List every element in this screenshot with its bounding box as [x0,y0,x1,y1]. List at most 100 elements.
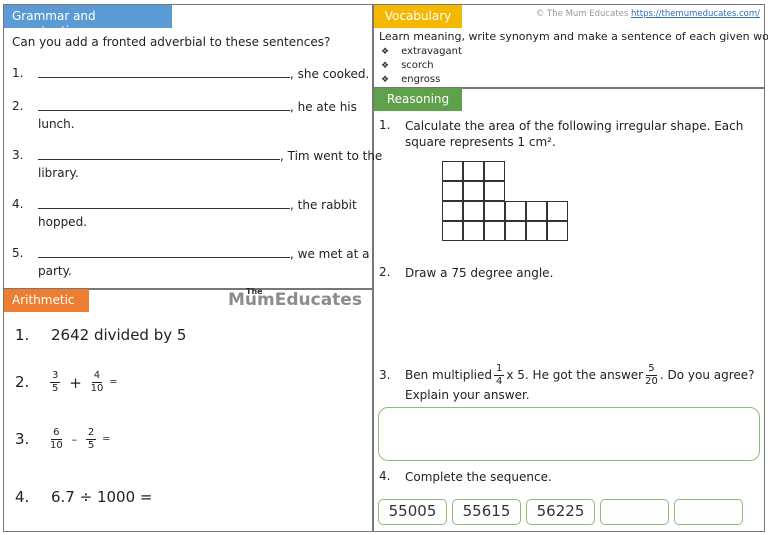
question-text-line2: square represents 1 cm². [405,135,556,149]
denominator: 5 [87,440,95,451]
question-number: 4. [379,469,391,483]
vocab-word-text: extravagant [401,46,462,57]
fraction: 5 20 [645,363,658,388]
grid-square [526,221,547,241]
sentence-ending: , he ate his [290,100,357,114]
sentence-continuation: lunch. [38,117,75,131]
question-text: Draw a 75 degree angle. [405,266,554,280]
vocab-word-1: ❖ extravagant [381,45,462,59]
numerator: 3 [50,370,61,383]
item-number: 2. [12,99,24,113]
q3-text-part1: Ben multiplied [405,368,492,382]
fraction: 6 10 [50,427,63,452]
vocab-word-text: engross [401,74,441,85]
grid-square [463,161,484,181]
question-number: 3. [379,368,391,382]
fraction: 4 10 [91,370,104,395]
question-number: 2. [379,265,391,279]
equals-sign: = [109,376,118,388]
question-number: 1. [15,326,30,344]
denominator: 10 [50,440,63,451]
answer-blank[interactable] [38,246,290,258]
sentence-continuation: hopped. [38,215,87,229]
grid-square [547,201,568,221]
website-link[interactable]: https://themumeducates.com/ [631,9,760,19]
q3-text-part3: . Do you agree? [659,368,755,382]
vocabulary-instruction: Learn meaning, write synonym and make a … [379,30,768,43]
equals-sign: = [102,433,111,445]
answer-blank[interactable] [38,197,290,209]
answer-blank[interactable] [38,99,290,111]
diamond-bullet-icon: ❖ [381,47,390,57]
sentence-continuation: party. [38,264,72,278]
question-number: 1. [379,118,391,132]
grid-square [463,201,484,221]
item-number: 3. [12,148,24,162]
answer-blank[interactable] [38,148,280,160]
sentence-continuation: library. [38,166,79,180]
grid-square [463,181,484,201]
question-text: 6.7 ÷ 1000 = [51,488,153,506]
arithmetic-section-title: Arithmetic [4,289,89,312]
item-number: 1. [12,66,24,80]
question-text-line2: Explain your answer. [405,388,530,402]
vocab-word-3: ❖ engross [381,73,440,87]
vocab-word-text: scorch [401,60,434,71]
vocabulary-section-title: Vocabulary [374,5,462,28]
grid-square [442,181,463,201]
vertical-divider [372,4,374,532]
answer-blank[interactable] [38,66,290,78]
logo-the: The [246,287,263,296]
grid-square [505,221,526,241]
sentence-ending: , Tim went to the [280,149,383,163]
question-number: 4. [15,488,30,506]
item-number: 4. [12,197,24,211]
question-text: Calculate the area of the following irre… [405,119,744,133]
fraction-expression: 35 + 4 10 = [48,368,118,397]
denominator: 10 [90,383,104,394]
grid-square [484,201,505,221]
sequence-answer-box-4[interactable] [600,499,669,525]
sequence-box-2: 55615 [452,499,521,525]
sentence-ending: , she cooked. [290,67,370,81]
sequence-box-3: 56225 [526,499,595,525]
copyright-text: © The Mum Educates [535,9,629,19]
question-number: 2. [15,373,30,391]
question-text: Complete the sequence. [405,470,552,484]
diamond-bullet-icon: ❖ [381,61,390,71]
fraction-expression: 6 10 – 25 = [48,425,110,454]
vocab-word-2: ❖ scorch [381,59,434,73]
question-text: 2642 divided by 5 [51,326,187,344]
q3-text-part2: x 5. He got the answer [506,368,644,382]
item-number: 5. [12,246,24,260]
grid-square [505,201,526,221]
grid-square [442,221,463,241]
grid-square [547,221,568,241]
grid-square [463,221,484,241]
diamond-bullet-icon: ❖ [381,75,390,85]
reasoning-section-title: Reasoning [374,88,462,111]
numerator: 4 [91,370,103,383]
question-number: 3. [15,430,30,448]
fraction: 25 [85,427,97,452]
numerator: 5 [646,363,657,376]
explanation-answer-box[interactable] [378,407,760,461]
copyright-notice: © The Mum Educates https://themumeducate… [536,9,760,19]
grid-square [442,161,463,181]
numerator: 6 [51,427,62,440]
grid-square [484,161,505,181]
denominator: 5 [52,383,59,394]
grid-square [484,221,505,241]
grammar-instruction: Can you add a fronted adverbial to these… [12,35,331,49]
fraction: 35 [50,370,61,395]
sentence-ending: , the rabbit [290,198,357,212]
sequence-answer-box-5[interactable] [674,499,743,525]
plus-operator: + [69,373,82,392]
grid-square [526,201,547,221]
mum-educates-logo: The MumEducates [228,287,362,310]
numerator: 2 [85,427,97,440]
sentence-ending: , we met at a [290,247,370,261]
grammar-section-title: Grammar and punctuation [4,5,172,38]
question-text: Ben multiplied 1 4 x 5. He got the answer 5 2… [405,362,755,388]
grid-square [484,181,505,201]
